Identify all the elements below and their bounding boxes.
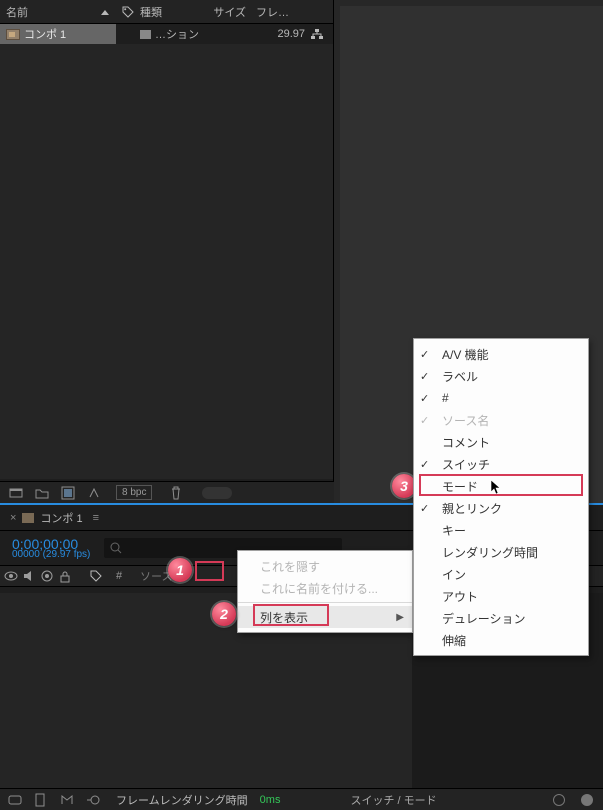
col-mode[interactable]: モード <box>414 475 588 497</box>
columns-submenu: ✓A/V 機能 ✓ラベル ✓# ✓ソース名 コメント ✓スイッチ モード ✓親と… <box>413 338 589 656</box>
col-header-type[interactable]: 種類 <box>140 4 200 20</box>
col-av[interactable]: ✓A/V 機能 <box>414 343 588 365</box>
bpc-indicator[interactable]: 8 bpc <box>116 485 152 500</box>
folder-icon <box>140 30 151 39</box>
new-adjustment-icon[interactable] <box>86 485 102 501</box>
col-out[interactable]: アウト <box>414 585 588 607</box>
project-item-name: コンポ 1 <box>24 26 66 42</box>
cm-show-columns[interactable]: 列を表示 ▶ <box>238 606 412 628</box>
zoom-pill[interactable] <box>202 487 232 499</box>
new-comp-icon[interactable] <box>60 485 76 501</box>
speaker-icon[interactable] <box>22 569 38 583</box>
trash-icon[interactable] <box>168 485 184 501</box>
tab-menu-icon[interactable]: ≡ <box>93 512 99 524</box>
check-icon: ✓ <box>420 502 429 515</box>
search-icon <box>110 542 122 554</box>
flowchart-icon <box>311 29 325 39</box>
new-folder-icon[interactable] <box>34 485 50 501</box>
motion-blur-icon[interactable] <box>86 794 102 806</box>
col-hash[interactable]: # <box>108 570 130 582</box>
col-header-tag[interactable] <box>116 6 140 18</box>
annotation-badge-1: 1 <box>168 558 192 582</box>
timeline-tab-label: コンポ 1 <box>40 510 82 526</box>
col-source: ✓ソース名 <box>414 409 588 431</box>
toggle-switch-icon[interactable] <box>8 794 24 806</box>
zoom-out-icon[interactable] <box>553 794 565 806</box>
switch-mode-button[interactable]: スイッチ / モード <box>350 792 436 808</box>
frame-blend-icon[interactable] <box>60 794 76 806</box>
col-header-name[interactable]: 名前 <box>0 4 116 20</box>
col-duration[interactable]: デュレーション <box>414 607 588 629</box>
submenu-arrow-icon: ▶ <box>396 612 404 623</box>
check-icon: ✓ <box>420 458 429 471</box>
col-label[interactable]: ✓ラベル <box>414 365 588 387</box>
check-icon: ✓ <box>420 370 429 383</box>
zoom-in-icon[interactable] <box>581 794 593 806</box>
project-toolbar: 8 bpc <box>0 481 334 503</box>
sort-arrow-icon <box>100 7 110 17</box>
solo-icon[interactable] <box>40 569 56 583</box>
av-header-icons <box>4 569 90 583</box>
col-parent[interactable]: ✓親とリンク <box>414 497 588 519</box>
check-icon: ✓ <box>420 348 429 361</box>
label-header-icon[interactable] <box>90 570 108 582</box>
project-row[interactable]: コンポ 1 …ション 29.97 <box>0 24 333 44</box>
col-switch[interactable]: ✓スイッチ <box>414 453 588 475</box>
project-item-type: …ション <box>155 26 199 42</box>
col-header-size[interactable]: サイズ <box>200 4 252 20</box>
frames-fps: 00000 (29.97 fps) <box>12 549 90 560</box>
col-header-fps[interactable]: フレ… <box>252 4 333 20</box>
render-time-value: 0ms <box>260 794 281 806</box>
project-body[interactable] <box>0 44 333 479</box>
col-in[interactable]: イン <box>414 563 588 585</box>
tag-icon <box>122 6 134 18</box>
lock-icon[interactable] <box>58 569 74 583</box>
cm-separator <box>238 602 412 603</box>
col-header-name-label: 名前 <box>6 4 28 20</box>
folder-icon <box>22 513 34 523</box>
col-rendertime[interactable]: レンダリング時間 <box>414 541 588 563</box>
comp-icon <box>6 29 20 40</box>
check-icon: ✓ <box>420 392 429 405</box>
cm-hide: これを隠す <box>238 555 412 577</box>
render-time-label: フレームレンダリング時間 <box>116 792 248 808</box>
col-stretch[interactable]: 伸縮 <box>414 629 588 651</box>
col-hash-item[interactable]: ✓# <box>414 387 588 409</box>
context-menu-header: これを隠す これに名前を付ける... 列を表示 ▶ <box>237 550 413 633</box>
interpret-footage-icon[interactable] <box>8 485 24 501</box>
eye-icon[interactable] <box>4 569 20 583</box>
check-icon: ✓ <box>420 414 429 427</box>
project-item-fps: 29.97 <box>277 28 305 40</box>
col-key[interactable]: キー <box>414 519 588 541</box>
cursor-icon <box>490 479 502 495</box>
project-header: 名前 種類 サイズ フレ… <box>0 0 333 24</box>
timecode-block[interactable]: 0;00;00;00 00000 (29.97 fps) <box>12 536 90 560</box>
render-queue-icon[interactable] <box>34 793 50 807</box>
close-icon[interactable]: × <box>10 512 16 524</box>
col-comment[interactable]: コメント <box>414 431 588 453</box>
project-panel: 名前 種類 サイズ フレ… コンポ 1 …ション 29.97 <box>0 0 334 503</box>
timeline-footer: フレームレンダリング時間 0ms スイッチ / モード <box>0 788 603 810</box>
annotation-badge-2: 2 <box>212 602 236 626</box>
cm-rename: これに名前を付ける... <box>238 577 412 599</box>
timeline-tab[interactable]: × コンポ 1 ≡ <box>0 505 109 530</box>
